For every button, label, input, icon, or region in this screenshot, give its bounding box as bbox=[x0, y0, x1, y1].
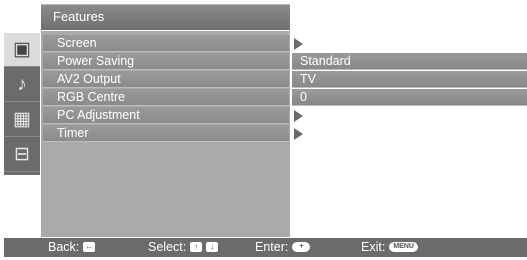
hint-back: Back: ← bbox=[48, 240, 96, 254]
menu-item-label: RGB Centre bbox=[57, 90, 126, 104]
hint-enter-label: Enter: bbox=[255, 240, 289, 254]
hint-select: Select: ↑ ↓ bbox=[148, 240, 219, 254]
menu-item-rgb-centre[interactable]: RGB Centre bbox=[43, 89, 289, 106]
music-note-icon: ♪ bbox=[17, 74, 27, 95]
menu-item-screen[interactable]: Screen bbox=[43, 35, 289, 52]
picture-icon: ▣ bbox=[13, 39, 31, 60]
menu-item-av2-output[interactable]: AV2 Output bbox=[43, 71, 289, 88]
menu-title-bar: Features bbox=[41, 4, 290, 30]
arrow-up-icon: ↑ bbox=[190, 242, 203, 252]
chevron-right-icon bbox=[294, 128, 303, 140]
value-label: 0 bbox=[300, 90, 307, 104]
enter-icon: + bbox=[292, 242, 311, 252]
menu-panel: Screen Power Saving AV2 Output RGB Centr… bbox=[41, 31, 290, 237]
menu-item-label: Power Saving bbox=[57, 54, 135, 68]
toolbox-icon: ⊟ bbox=[14, 144, 30, 165]
menu-item-label: Timer bbox=[57, 126, 89, 140]
sidebar-item-features[interactable]: ⊟ bbox=[4, 138, 40, 172]
power-saving-value: Standard bbox=[292, 53, 527, 70]
tv-menu-screen: Features ▣ ♪ ▦ ⊟ Screen Power Saving AV2… bbox=[0, 0, 527, 260]
arrow-down-icon: ↓ bbox=[206, 242, 219, 252]
sidebar-item-channels[interactable]: ▦ bbox=[4, 103, 40, 137]
menu-item-label: Screen bbox=[57, 36, 97, 50]
menu-title: Features bbox=[53, 9, 105, 24]
value-label: Standard bbox=[300, 54, 351, 68]
hint-back-label: Back: bbox=[48, 240, 80, 254]
hint-enter: Enter: + bbox=[255, 240, 311, 254]
menu-item-label: PC Adjustment bbox=[57, 108, 140, 122]
menu-item-label: AV2 Output bbox=[57, 72, 121, 86]
hint-select-label: Select: bbox=[148, 240, 187, 254]
sidebar-item-sound[interactable]: ♪ bbox=[4, 68, 40, 102]
category-sidebar: ▣ ♪ ▦ ⊟ bbox=[4, 33, 40, 175]
chevron-right-icon bbox=[294, 110, 303, 122]
sidebar-item-picture[interactable]: ▣ bbox=[4, 33, 40, 67]
key-hint-bar: Back: ← Select: ↑ ↓ Enter: + Exit: MENU bbox=[4, 238, 527, 257]
value-label: TV bbox=[300, 72, 316, 86]
rgb-centre-value: 0 bbox=[292, 89, 527, 106]
menu-item-timer[interactable]: Timer bbox=[43, 125, 289, 142]
chevron-right-icon bbox=[294, 38, 303, 50]
av2-output-value: TV bbox=[292, 71, 527, 88]
arrow-left-icon: ← bbox=[83, 242, 96, 252]
hint-exit: Exit: MENU bbox=[361, 240, 418, 254]
channel-list-icon: ▦ bbox=[13, 109, 31, 130]
menu-button-icon: MENU bbox=[389, 242, 418, 252]
menu-item-pc-adjustment[interactable]: PC Adjustment bbox=[43, 107, 289, 124]
hint-exit-label: Exit: bbox=[361, 240, 386, 254]
menu-item-power-saving[interactable]: Power Saving bbox=[43, 53, 289, 70]
